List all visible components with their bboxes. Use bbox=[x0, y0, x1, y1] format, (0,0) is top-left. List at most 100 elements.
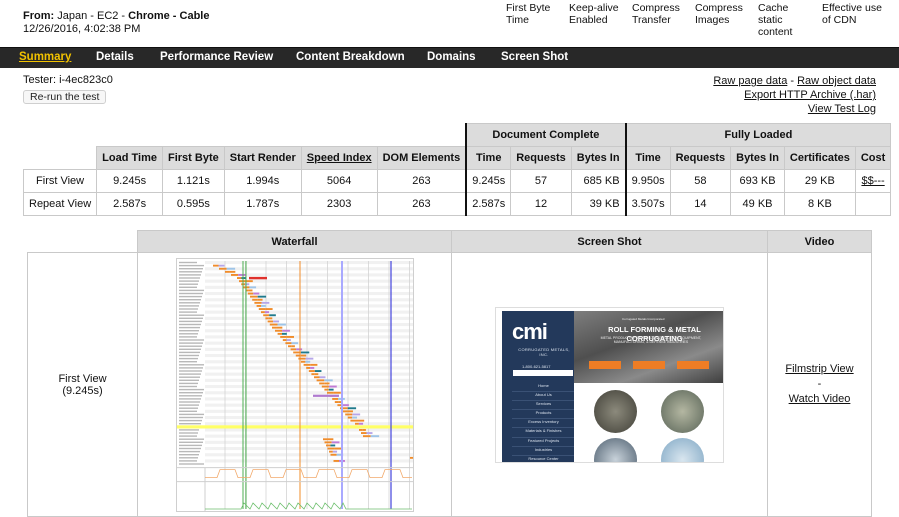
grade-first-byte-time[interactable]: First Byte Time bbox=[506, 2, 561, 26]
waterfall-row-stripe bbox=[204, 403, 413, 407]
waterfall-row-label bbox=[178, 270, 202, 272]
waterfall-row-label bbox=[178, 388, 204, 390]
col-load-time: Load Time bbox=[96, 146, 163, 170]
watch-video-link[interactable]: Watch Video bbox=[789, 393, 851, 405]
waterfall-row-stripe bbox=[204, 440, 413, 444]
tab-content-breakdown[interactable]: Content Breakdown bbox=[296, 51, 405, 63]
waterfall-bar bbox=[331, 440, 339, 443]
col-dc-bytes: Bytes In bbox=[570, 146, 627, 170]
waterfall-bar bbox=[282, 338, 287, 341]
waterfall-bar bbox=[344, 413, 352, 415]
tab-screen-shot[interactable]: Screen Shot bbox=[501, 51, 568, 63]
waterfall-bar bbox=[347, 409, 353, 412]
waterfall-bar bbox=[323, 378, 333, 381]
waterfall-row-label bbox=[178, 354, 199, 356]
waterfall-row-label bbox=[178, 286, 197, 288]
waterfall-row-stripe bbox=[204, 458, 413, 462]
waterfall-row-label bbox=[178, 400, 200, 403]
waterfall-bar bbox=[287, 344, 291, 347]
waterfall-bar bbox=[238, 279, 246, 282]
waterfall-row-stripe bbox=[204, 415, 413, 419]
export-har-link[interactable]: Export HTTP Archive (.har) bbox=[744, 89, 876, 101]
waterfall-bar bbox=[297, 357, 306, 360]
waterfall-bar bbox=[333, 459, 339, 462]
waterfall-row-stripe bbox=[204, 353, 413, 357]
cell-start-render: 1.787s bbox=[223, 192, 302, 216]
cell-certificates: 8 KB bbox=[783, 192, 856, 216]
waterfall-bar bbox=[316, 378, 324, 381]
waterfall-row-stripe bbox=[204, 372, 413, 376]
waterfall-header: Waterfall bbox=[137, 230, 452, 253]
waterfall-row-label bbox=[178, 369, 202, 372]
grade-compress-images[interactable]: Compress Images bbox=[695, 2, 750, 26]
waterfall-bar bbox=[349, 419, 357, 422]
waterfall-row-stripe bbox=[204, 266, 413, 270]
grade-cdn[interactable]: Effective use of CDN bbox=[822, 2, 882, 26]
waterfall-row-label bbox=[178, 372, 201, 375]
waterfall-row-label bbox=[178, 298, 201, 300]
view-label: First View bbox=[58, 372, 107, 385]
from-location: Japan - EC2 - bbox=[57, 10, 126, 22]
tab-details[interactable]: Details bbox=[96, 51, 134, 63]
waterfall-row-label bbox=[178, 453, 199, 455]
waterfall-row-label bbox=[178, 289, 204, 291]
tab-performance-review[interactable]: Performance Review bbox=[160, 51, 273, 63]
speed-index-link[interactable]: Speed Index bbox=[307, 152, 372, 164]
waterfall-row-label bbox=[178, 317, 203, 319]
filmstrip-view-link[interactable]: Filmstrip View bbox=[785, 363, 853, 375]
waterfall-cell[interactable] bbox=[137, 252, 452, 517]
waterfall-row-label bbox=[178, 310, 197, 313]
view-load-time: (9.245s) bbox=[62, 384, 103, 397]
waterfall-bar bbox=[321, 385, 329, 387]
raw-page-data-link[interactable]: Raw page data bbox=[713, 75, 787, 87]
grade-keep-alive[interactable]: Keep-alive Enabled bbox=[569, 2, 624, 26]
thumb-logo-sub: CORRUGATED METALS, INC. bbox=[518, 346, 570, 357]
waterfall-bar bbox=[305, 366, 310, 369]
table-row: First View 9.245s 1.121s 1.994s 5064 263… bbox=[22, 169, 892, 193]
waterfall-bar bbox=[286, 338, 291, 341]
nav-bar: Summary Details Performance Review Conte… bbox=[0, 47, 899, 68]
screenshot-thumbnail[interactable]: cmi CORRUGATED METALS, INC. 1-800-621-58… bbox=[495, 306, 724, 463]
waterfall-row-label bbox=[178, 382, 198, 384]
waterfall-row-stripe bbox=[204, 260, 413, 264]
col-dc-requests: Requests bbox=[510, 146, 572, 170]
waterfall-bar bbox=[218, 264, 224, 267]
grade-cache-static[interactable]: Cache static content bbox=[758, 2, 803, 38]
cost-link[interactable]: $$--- bbox=[861, 175, 884, 187]
col-dc-time: Time bbox=[465, 146, 512, 170]
waterfall-bar bbox=[312, 394, 339, 397]
thumb-search bbox=[513, 369, 573, 376]
waterfall-bar bbox=[313, 375, 319, 378]
waterfall-bar bbox=[356, 419, 364, 422]
waterfall-row-label bbox=[178, 283, 198, 285]
waterfall-row-label bbox=[178, 261, 197, 263]
waterfall-bar bbox=[323, 388, 329, 391]
waterfall-bar bbox=[260, 310, 265, 313]
waterfall-bar bbox=[304, 360, 310, 363]
cell-cost[interactable]: $$--- bbox=[854, 169, 892, 193]
waterfall-row-label bbox=[178, 462, 204, 465]
tab-summary[interactable]: Summary bbox=[19, 51, 71, 63]
link-separator: - bbox=[787, 75, 798, 87]
waterfall-bar bbox=[256, 298, 263, 301]
waterfall-thumbnail[interactable] bbox=[175, 257, 414, 512]
waterfall-bar bbox=[281, 332, 287, 335]
grade-compress-transfer[interactable]: Compress Transfer bbox=[632, 2, 687, 26]
tab-domains[interactable]: Domains bbox=[427, 51, 476, 63]
waterfall-row-label bbox=[178, 304, 199, 307]
screenshot-cell[interactable]: cmi CORRUGATED METALS, INC. 1-800-621-58… bbox=[451, 252, 768, 517]
raw-object-data-link[interactable]: Raw object data bbox=[797, 75, 876, 87]
waterfall-bar bbox=[248, 285, 256, 288]
waterfall-row-stripe bbox=[204, 434, 413, 438]
thumb-menu-item: Featured Projects bbox=[512, 438, 574, 447]
col-speed-index[interactable]: Speed Index bbox=[300, 146, 378, 170]
view-test-log-link[interactable]: View Test Log bbox=[808, 103, 876, 115]
waterfall-bar bbox=[310, 372, 315, 375]
waterfall-row-label bbox=[178, 341, 203, 344]
waterfall-row-label bbox=[178, 332, 198, 334]
rerun-test-button[interactable]: Re-run the test bbox=[23, 90, 107, 104]
cell-dc-bytes: 685 KB bbox=[570, 169, 627, 193]
waterfall-bar bbox=[303, 363, 310, 366]
col-first-byte: First Byte bbox=[161, 146, 225, 170]
waterfall-row-stripe bbox=[204, 303, 413, 307]
